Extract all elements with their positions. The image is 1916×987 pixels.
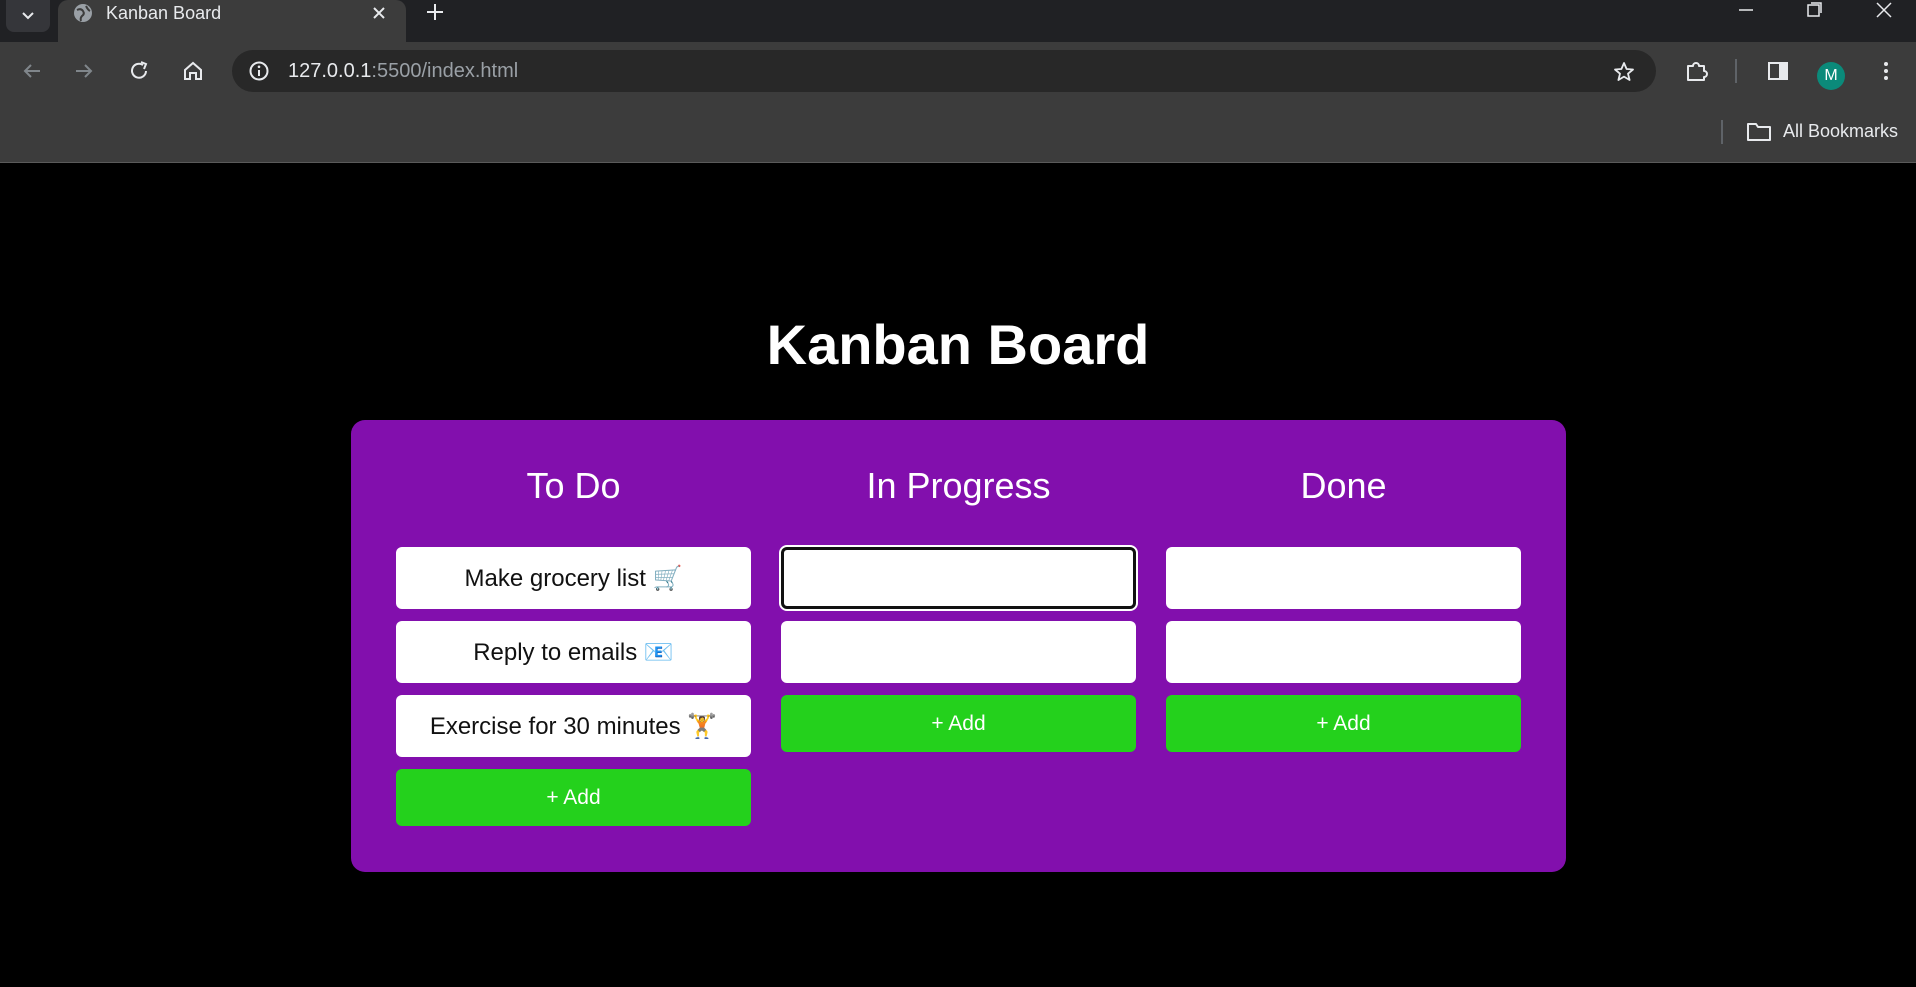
extensions-icon[interactable] [1683, 57, 1711, 85]
side-panel-icon[interactable] [1764, 57, 1792, 85]
bookmark-star-icon[interactable] [1612, 60, 1636, 84]
url-text: 127.0.0.1:5500/index.html [288, 50, 518, 92]
tab-search-button[interactable] [6, 0, 50, 32]
task-card[interactable]: Make grocery list 🛒 [396, 547, 751, 609]
column-title: To Do [526, 465, 621, 506]
forward-arrow-icon[interactable] [70, 57, 98, 85]
bookmarks-divider [1721, 120, 1723, 144]
tab-title: Kanban Board [106, 3, 222, 23]
url-host: 127.0.0.1 [288, 60, 372, 82]
home-icon[interactable] [179, 57, 207, 85]
add-card-button[interactable]: + Add [1166, 695, 1521, 752]
back-arrow-icon[interactable] [18, 57, 46, 85]
task-card[interactable]: Reply to emails 📧 [396, 621, 751, 683]
toolbar-divider [1735, 59, 1737, 83]
reload-icon[interactable] [125, 57, 153, 85]
restore-icon[interactable] [1794, 0, 1834, 24]
new-tab-icon[interactable] [421, 0, 449, 24]
column-title: In Progress [866, 465, 1051, 506]
browser-tabstrip: Kanban Board [0, 0, 1916, 42]
page-title: Kanban Board [766, 313, 1150, 376]
add-card-button[interactable]: + Add [781, 695, 1136, 752]
close-icon[interactable] [368, 2, 390, 24]
address-bar[interactable]: 127.0.0.1:5500/index.html [232, 50, 1656, 92]
all-bookmarks-link[interactable]: All Bookmarks [1783, 120, 1898, 142]
column-title: Done [1300, 465, 1387, 506]
browser-tab[interactable]: Kanban Board [58, 0, 406, 42]
minimize-icon[interactable] [1726, 0, 1766, 24]
window-close-icon[interactable] [1864, 0, 1904, 24]
task-card-input[interactable] [1166, 547, 1521, 609]
task-card[interactable]: Exercise for 30 minutes 🏋️ [396, 695, 751, 757]
site-info-icon[interactable] [248, 60, 270, 82]
more-menu-icon[interactable] [1872, 57, 1900, 85]
task-card-input[interactable] [781, 621, 1136, 683]
profile-avatar[interactable]: M [1817, 62, 1845, 90]
chevron-down-icon [22, 12, 34, 20]
browser-toolbar: 127.0.0.1:5500/index.html [0, 42, 1916, 100]
kanban-board: To Do Make grocery list 🛒 Reply to email… [351, 420, 1566, 872]
task-card-input[interactable] [781, 547, 1136, 609]
folder-icon[interactable] [1746, 120, 1772, 142]
globe-icon [74, 4, 92, 22]
bookmarks-bar: All Bookmarks [0, 100, 1916, 163]
url-path: :5500/index.html [371, 60, 519, 82]
task-card-input[interactable] [1166, 621, 1521, 683]
add-card-button[interactable]: + Add [396, 769, 751, 826]
